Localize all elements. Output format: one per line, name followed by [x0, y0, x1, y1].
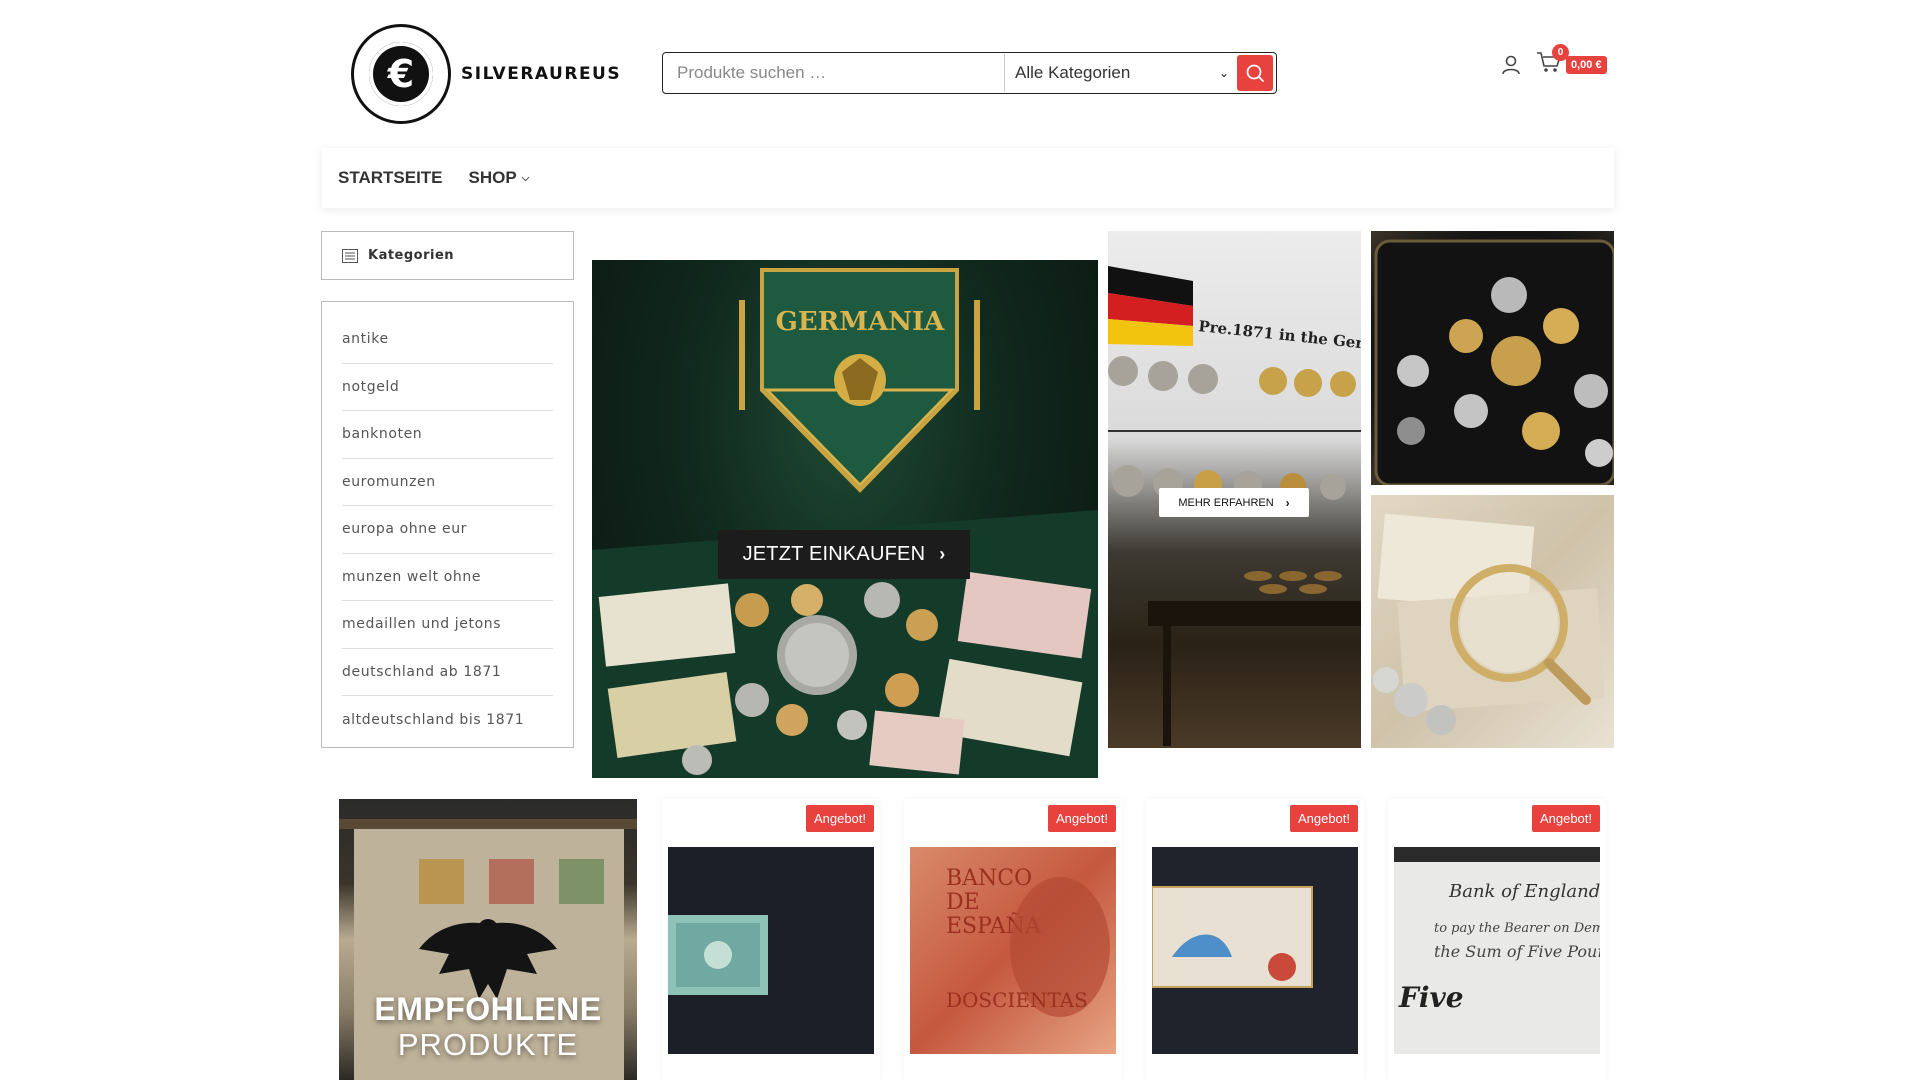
logo-text: SILVERAUREUS [461, 64, 622, 84]
nav-item-startseite[interactable]: STARTSEITE [338, 168, 443, 188]
svg-text:Bank of England: Bank of England [1448, 881, 1600, 902]
product-card[interactable]: Bank of England to pay the Bearer on Dem… [1388, 799, 1606, 1080]
cart-button[interactable]: 0 [1536, 44, 1569, 79]
main-nav: STARTSEITE SHOP ⌵ [322, 148, 1614, 208]
shop-now-label: JETZT EINKAUFEN [742, 543, 926, 565]
list-icon [342, 248, 358, 263]
category-select[interactable]: Alle Kategorien ⌄ [1005, 54, 1237, 92]
chevron-down-icon: ⌵ [521, 172, 530, 184]
search-button[interactable] [1237, 55, 1273, 91]
search-icon [1246, 64, 1264, 82]
category-item-antike[interactable]: antike [342, 316, 553, 364]
sale-badge: Angebot! [1289, 805, 1358, 832]
svg-text:DOSCIENTAS: DOSCIENTAS [946, 988, 1088, 1012]
category-item-banknoten[interactable]: banknoten [342, 411, 553, 459]
nav-item-shop[interactable]: SHOP ⌵ [469, 168, 530, 188]
category-select-value: Alle Kategorien [1015, 63, 1131, 82]
featured-title-line1: EMPFOHLENE [374, 991, 602, 1027]
categories-header[interactable]: Kategorien [321, 231, 574, 280]
svg-text:DE: DE [946, 890, 980, 915]
header-actions: 0 0,00 € [1500, 44, 1607, 79]
cart-total[interactable]: 0,00 € [1566, 55, 1607, 74]
svg-text:to pay the Bearer on Demand: to pay the Bearer on Demand [1434, 921, 1600, 936]
banknote-magnifier-image [1373, 513, 1605, 735]
shop-now-button[interactable]: JETZT EINKAUFEN › [718, 530, 970, 579]
coin-tray-banner[interactable] [1371, 231, 1614, 485]
learn-more-button[interactable]: MEHR ERFAHREN › [1159, 488, 1309, 517]
category-item-munzen-welt-ohne[interactable]: munzen welt ohne [342, 554, 553, 601]
pennant-text: GERMANIA [776, 307, 946, 337]
banknote-magnifier-banner[interactable] [1371, 495, 1614, 748]
site-logo[interactable]: € SILVERAUREUS [351, 24, 621, 124]
sale-badge: Angebot! [805, 805, 874, 832]
featured-products-banner[interactable]: EMPFOHLENE PRODUKTE [339, 799, 637, 1080]
product-image[interactable] [1152, 847, 1358, 1054]
category-list: antike notgeld banknoten euromunzen euro… [321, 301, 574, 748]
categories-heading: Kategorien [368, 248, 455, 263]
chevron-right-icon: › [1285, 495, 1290, 510]
svg-text:Five: Five [1398, 981, 1464, 1014]
category-item-medaillen-und-jetons[interactable]: medaillen und jetons [342, 601, 553, 649]
user-icon[interactable] [1500, 54, 1522, 76]
product-image[interactable]: Bank of England to pay the Bearer on Dem… [1394, 847, 1600, 1054]
svg-text:BANCO: BANCO [946, 866, 1032, 891]
hero-banner[interactable]: GERMANIA [592, 260, 1098, 778]
nav-item-label: STARTSEITE [338, 168, 443, 187]
product-card[interactable]: BANCO DE ESPAÑA DOSCIENTAS Angebot! [904, 799, 1122, 1080]
coin-tray-image [1374, 239, 1614, 485]
product-image[interactable]: BANCO DE ESPAÑA DOSCIENTAS [910, 847, 1116, 1054]
search-input[interactable] [663, 54, 1005, 92]
category-item-europa-ohne-eur[interactable]: europa ohne eur [342, 506, 553, 554]
featured-title-line2: PRODUKTE [397, 1027, 579, 1062]
category-item-notgeld[interactable]: notgeld [342, 364, 553, 411]
svg-text:the Sum of Five Pounds: the Sum of Five Pounds [1434, 942, 1600, 961]
product-card[interactable]: Angebot! [1146, 799, 1364, 1080]
learn-more-label: MEHR ERFAHREN [1178, 496, 1274, 509]
product-card[interactable]: Angebot! [662, 799, 880, 1080]
sale-badge: Angebot! [1531, 805, 1600, 832]
category-item-altdeutschland-bis-1871[interactable]: altdeutschland bis 1871 [342, 696, 553, 744]
nav-item-label: SHOP [468, 168, 517, 187]
chevron-right-icon: › [939, 544, 946, 564]
hero-banner-image: GERMANIA [592, 268, 1098, 778]
product-image[interactable] [668, 847, 874, 1054]
search-bar: Alle Kategorien ⌄ [662, 52, 1277, 94]
category-item-deutschland-ab-1871[interactable]: deutschland ab 1871 [342, 649, 553, 696]
chevron-down-icon: ⌄ [1218, 66, 1229, 80]
category-item-euromunzen[interactable]: euromunzen [342, 459, 553, 506]
cart-count-badge: 0 [1552, 44, 1569, 61]
sale-badge: Angebot! [1047, 805, 1116, 832]
logo-euro-icon: € [351, 24, 451, 124]
wall-text: Pre.1871 in the Germ [1198, 317, 1361, 354]
